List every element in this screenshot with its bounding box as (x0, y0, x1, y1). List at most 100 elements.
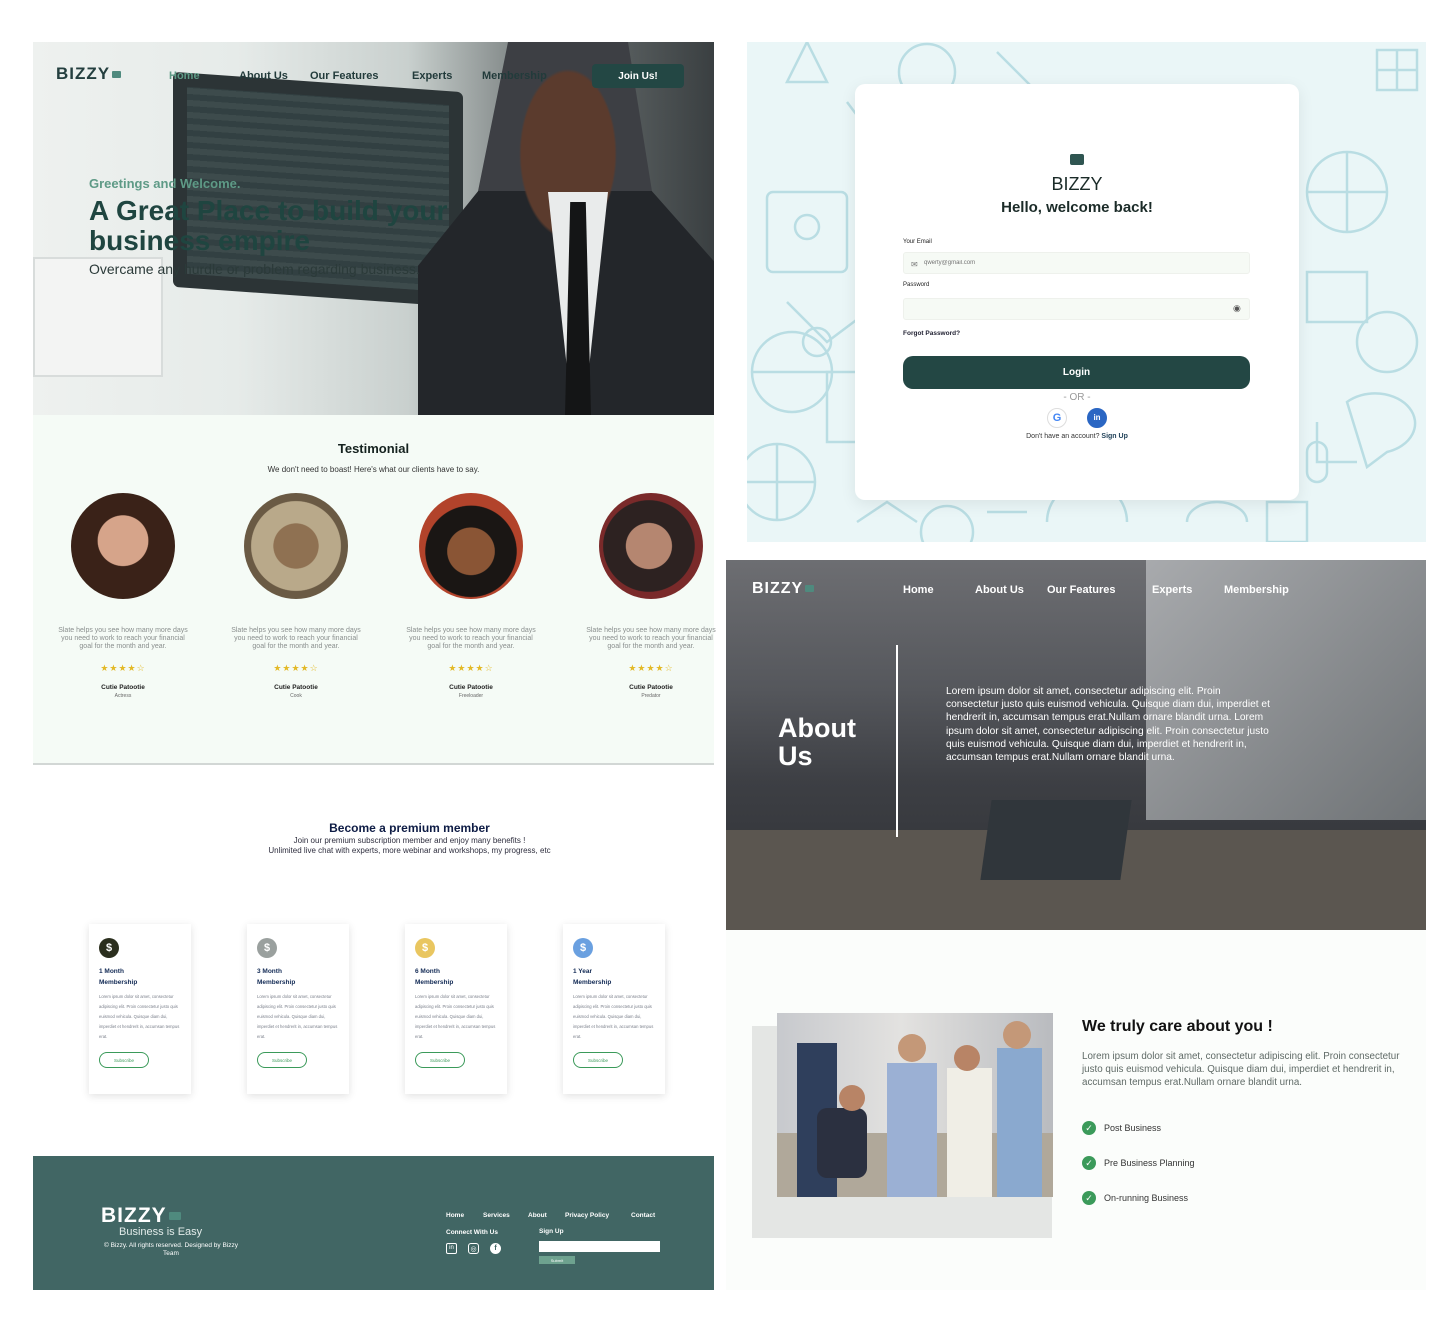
footer-copyright: © Bizzy. All rights reserved. Designed b… (104, 1242, 238, 1257)
dollar-coin-icon: $ (415, 938, 435, 958)
dollar-coin-icon: $ (257, 938, 277, 958)
facebook-icon[interactable]: f (490, 1243, 501, 1254)
check-item: ✓ Post Business (1082, 1121, 1322, 1135)
testimonial-role: Predator (641, 693, 661, 699)
nav-home[interactable]: Home (903, 584, 934, 596)
or-divider: - OR - (1063, 392, 1091, 403)
password-field[interactable] (903, 298, 1250, 320)
check-label: On-running Business (1104, 1193, 1189, 1203)
footer-link-about[interactable]: About (528, 1212, 547, 1219)
team-photo-illustration (777, 1021, 1053, 1197)
login-button[interactable]: Login (903, 356, 1250, 389)
membership-title: 1 Year Membership (573, 966, 655, 988)
plan-duration: 3 Month (257, 968, 282, 975)
nav-membership[interactable]: Membership (482, 70, 547, 82)
nav-our-features[interactable]: Our Features (1047, 584, 1115, 596)
login-welcome: Hello, welcome back! (1001, 199, 1153, 216)
avatar (419, 493, 523, 599)
no-account-row: Don't have an account? Sign Up (855, 433, 1299, 440)
nav-about-us[interactable]: About Us (975, 584, 1024, 596)
premium-desc-1: Join our premium subscription member and… (293, 836, 526, 845)
check-label: Pre Business Planning (1104, 1158, 1195, 1168)
footer-logo[interactable]: BIZZY (101, 1204, 181, 1228)
testimonial-text: Slate helps you see how many more days y… (231, 627, 361, 650)
nav-home[interactable]: Home (169, 70, 200, 82)
testimonial-card: Slate helps you see how many more days y… (586, 493, 716, 699)
landing-logo[interactable]: BIZZY (56, 64, 122, 84)
subscribe-button[interactable]: Subscribe (99, 1052, 149, 1068)
logo-text: BIZZY (101, 1204, 167, 1227)
team-photo (777, 1013, 1053, 1197)
nav-about-us[interactable]: About Us (239, 70, 288, 82)
testimonial-name: Cutie Patootie (274, 684, 318, 691)
testimonial-text: Slate helps you see how many more days y… (586, 627, 716, 650)
footer-link-contact[interactable]: Contact (631, 1212, 655, 1219)
subscribe-button[interactable]: Subscribe (415, 1052, 465, 1068)
check-item: ✓ Pre Business Planning (1082, 1156, 1322, 1170)
subscribe-button[interactable]: Subscribe (573, 1052, 623, 1068)
briefcase-icon (805, 585, 815, 593)
footer: BIZZY Business is Easy © Bizzy. All righ… (33, 1156, 714, 1290)
subscribe-button[interactable]: Subscribe (257, 1052, 307, 1068)
email-label: Your Email (903, 239, 932, 245)
instagram-icon[interactable]: ◎ (468, 1243, 479, 1254)
nav-membership[interactable]: Membership (1224, 584, 1289, 596)
check-circle-icon: ✓ (1082, 1121, 1096, 1135)
footer-signup-label: Sign Up (539, 1228, 564, 1235)
about-text: Lorem ipsum dolor sit amet, consectetur … (946, 686, 1270, 764)
briefcase-icon (168, 1212, 181, 1221)
membership-title: 3 Month Membership (257, 966, 339, 988)
about-navbar: BIZZY Home About Us Our Features Experts… (752, 578, 1412, 602)
testimonial-role: Cook (290, 693, 302, 699)
logo-text: BIZZY (752, 580, 804, 597)
google-icon[interactable]: G (1047, 408, 1067, 428)
star-rating: ★★★★☆ (273, 663, 319, 673)
plan-duration: 1 Month (99, 968, 124, 975)
membership-card: $ 6 Month Membership Lorem ipsum dolor si… (405, 924, 507, 1094)
care-heading: We truly care about you ! (1082, 1018, 1273, 1035)
briefcase-icon (112, 71, 122, 79)
footer-link-privacy[interactable]: Privacy Policy (565, 1212, 609, 1219)
star-rating: ★★★★☆ (448, 663, 494, 673)
forgot-password-link[interactable]: Forgot Password? (903, 330, 960, 337)
testimonial-card: Slate helps you see how many more days y… (231, 493, 361, 699)
about-divider (896, 645, 898, 837)
testimonial-heading: Testimonial (337, 441, 410, 456)
nav-our-features[interactable]: Our Features (310, 70, 378, 82)
plan-type: Membership (415, 979, 454, 986)
footer-connect-label: Connect With Us (446, 1229, 498, 1236)
plan-duration: 1 Year (573, 968, 593, 975)
footer-tagline: Business is Easy (119, 1226, 203, 1238)
join-button[interactable]: Join Us! (592, 64, 684, 88)
plan-duration: 6 Month (415, 968, 440, 975)
check-item: ✓ On-running Business (1082, 1191, 1322, 1205)
about-logo[interactable]: BIZZY (752, 580, 815, 598)
footer-link-services[interactable]: Services (483, 1212, 510, 1219)
check-circle-icon: ✓ (1082, 1156, 1096, 1170)
avatar (599, 493, 703, 599)
email-field[interactable] (903, 252, 1250, 274)
hero-greeting: Greetings and Welcome. (89, 176, 241, 191)
testimonial-card: Slate helps you see how many more days y… (406, 493, 536, 699)
login-card: BIZZY Hello, welcome back! Your Email ✉ … (855, 84, 1299, 500)
testimonial-role: Freeloader (458, 693, 484, 699)
dollar-coin-icon: $ (573, 938, 593, 958)
linkedin-icon[interactable]: in (446, 1243, 457, 1254)
nav-experts[interactable]: Experts (412, 70, 452, 82)
footer-signup-input[interactable] (539, 1241, 660, 1252)
landing-navbar: BIZZY Home About Us Our Features Experts… (56, 62, 696, 90)
footer-submit-button[interactable]: Submit (539, 1256, 575, 1264)
premium-desc-2: Unlimited live chat with experts, more w… (268, 846, 551, 855)
linkedin-icon[interactable]: in (1087, 408, 1107, 428)
testimonial-name: Cutie Patootie (449, 684, 493, 691)
check-circle-icon: ✓ (1082, 1191, 1096, 1205)
footer-link-home[interactable]: Home (446, 1212, 464, 1219)
testimonial-section: Testimonial We don't need to boast! Here… (33, 415, 716, 765)
eye-icon[interactable]: ◉ (1233, 303, 1241, 314)
membership-card: $ 1 Month Membership Lorem ipsum dolor si… (89, 924, 191, 1094)
testimonial-name: Cutie Patootie (101, 684, 145, 691)
signup-link[interactable]: Sign Up (1101, 433, 1127, 440)
nav-experts[interactable]: Experts (1152, 584, 1192, 596)
avatar (244, 493, 348, 599)
membership-card: $ 3 Month Membership Lorem ipsum dolor si… (247, 924, 349, 1094)
